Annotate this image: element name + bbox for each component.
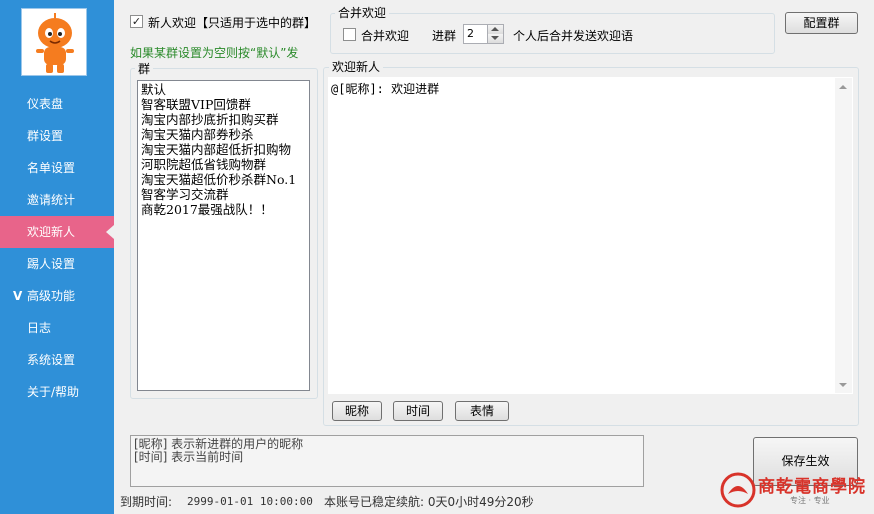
- new-welcome-label: 新人欢迎【只适用于选中的群】: [148, 16, 317, 30]
- sidebar-item-3[interactable]: 邀请统计: [0, 184, 114, 216]
- stepper-down-button[interactable]: [487, 34, 503, 43]
- merge-welcome-label: 合并欢迎: [361, 29, 410, 43]
- welcome-scrollbar[interactable]: [835, 78, 852, 393]
- group-list-item[interactable]: 淘宝天猫超低价秒杀群No.1: [141, 172, 306, 187]
- sidebar-item-label: 踢人设置: [27, 257, 76, 271]
- brand-logo: 商乾電商學院 专注 · 专业: [718, 470, 868, 510]
- expire-value: 2999-01-01 10:00:00: [187, 495, 313, 508]
- new-welcome-checkbox[interactable]: ✓: [130, 15, 143, 28]
- group-list-item[interactable]: 淘宝内部抄底折扣购买群: [141, 112, 306, 127]
- group-list-item[interactable]: 智客学习交流群: [141, 187, 306, 202]
- welcome-textarea[interactable]: @[昵称]: 欢迎进群: [328, 77, 853, 394]
- group-list-title: 群: [135, 62, 154, 76]
- mascot-icon: [22, 9, 86, 75]
- sidebar-item-label: 欢迎新人: [27, 225, 76, 239]
- sidebar-item-label: 日志: [27, 321, 52, 335]
- group-list-item[interactable]: 商乾2017最强战队！！: [141, 202, 306, 217]
- merge-welcome-checkbox[interactable]: [343, 28, 356, 41]
- scroll-down-icon[interactable]: [839, 383, 847, 387]
- logo-text: 商乾電商學院: [758, 477, 866, 497]
- group-list-item[interactable]: 河职院超低省钱购物群: [141, 157, 306, 172]
- avatar: [21, 8, 87, 76]
- sidebar-item-label: 系统设置: [27, 353, 76, 367]
- uptime-text: 本账号已稳定续航: 0天0小时49分20秒: [324, 495, 534, 509]
- group-listbox[interactable]: 默认 智客联盟VIP回馈群 淘宝内部抄底折扣购买群 淘宝天猫内部券秒杀 淘宝天猫内部超低…: [137, 80, 310, 391]
- insert-nickname-button[interactable]: 昵称: [332, 401, 382, 421]
- stepper-up-button[interactable]: [487, 25, 503, 34]
- sidebar-item-label: 仪表盘: [27, 97, 64, 111]
- merge-count-value: 2: [467, 27, 474, 40]
- welcome-title: 欢迎新人: [329, 60, 384, 74]
- sidebar-item-4[interactable]: 欢迎新人: [0, 216, 114, 248]
- active-pointer-icon: [106, 225, 114, 239]
- sidebar: 仪表盘群设置名单设置邀请统计欢迎新人踢人设置 V 高级功能日志系统设置关于/帮助: [0, 0, 114, 514]
- group-list-item[interactable]: 默认: [141, 82, 306, 97]
- sidebar-item-5[interactable]: 踢人设置: [0, 248, 114, 280]
- sidebar-item-label: 高级功能: [27, 289, 76, 303]
- check-icon: ✓: [131, 15, 142, 28]
- merge-welcome-title: 合并欢迎: [335, 6, 390, 20]
- sidebar-item-label: 名单设置: [27, 161, 76, 175]
- chevron-up-icon: [491, 27, 499, 31]
- sidebar-item-label: 群设置: [27, 129, 64, 143]
- insert-emoji-button[interactable]: 表情: [455, 401, 509, 421]
- logo-slogan: 专注 · 专业: [790, 496, 830, 505]
- sidebar-item-2[interactable]: 名单设置: [0, 152, 114, 184]
- sidebar-item-7[interactable]: 日志: [0, 312, 114, 344]
- insert-time-button[interactable]: 时间: [393, 401, 443, 421]
- sidebar-item-0[interactable]: 仪表盘: [0, 88, 114, 120]
- merge-prefix-label: 进群: [432, 29, 457, 43]
- group-list-item[interactable]: 淘宝天猫内部券秒杀: [141, 127, 306, 142]
- chevron-down-icon: [491, 36, 499, 40]
- default-note: 如果某群设置为空则按“默认”发: [130, 46, 299, 60]
- welcome-text-content: @[昵称]: 欢迎进群: [331, 82, 440, 96]
- merge-count-stepper[interactable]: 2: [463, 24, 504, 44]
- sidebar-item-1[interactable]: 群设置: [0, 120, 114, 152]
- scroll-up-icon[interactable]: [839, 85, 847, 89]
- group-list-item[interactable]: 智客联盟VIP回馈群: [141, 97, 306, 112]
- sidebar-item-label: 邀请统计: [27, 193, 76, 207]
- sidebar-item-8[interactable]: 系统设置: [0, 344, 114, 376]
- hint-box: [昵称] 表示新进群的用户的昵称 [时间] 表示当前时间: [130, 435, 644, 487]
- sidebar-item-9[interactable]: 关于/帮助: [0, 376, 114, 408]
- expand-chevron-icon: V: [13, 289, 23, 303]
- group-list-item[interactable]: 淘宝天猫内部超低折扣购物: [141, 142, 306, 157]
- hint-line-time: [时间] 表示当前时间: [134, 450, 244, 464]
- sidebar-item-label: 关于/帮助: [27, 385, 80, 399]
- config-group-button[interactable]: 配置群: [785, 12, 858, 34]
- sidebar-item-6[interactable]: V 高级功能: [0, 280, 114, 312]
- expire-label: 到期时间:: [120, 495, 173, 509]
- merge-suffix-label: 个人后合并发送欢迎语: [513, 29, 634, 43]
